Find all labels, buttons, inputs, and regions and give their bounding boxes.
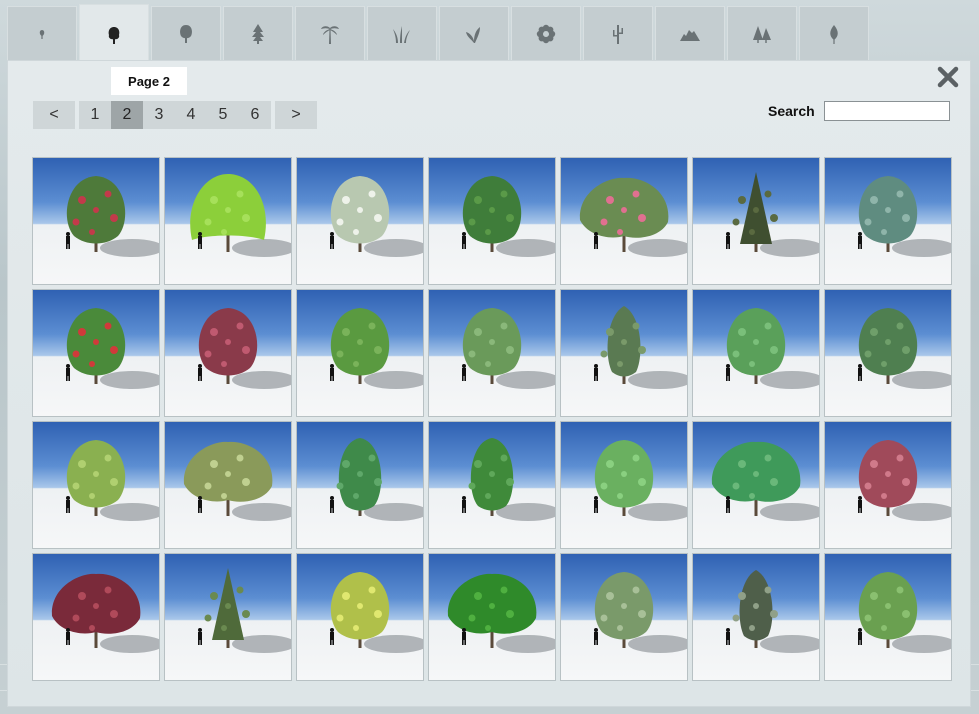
tree-thumbnail[interactable] [824,421,952,549]
tab-conifer[interactable] [223,6,293,62]
tree-thumbnail[interactable] [692,421,820,549]
tree-thumbnail[interactable] [560,421,688,549]
tree-thumbnail[interactable] [428,421,556,549]
tab-round-tree[interactable] [151,6,221,62]
tree-preview-image [726,172,819,257]
tree-thumbnail[interactable] [32,157,160,285]
forest-icon [753,26,771,43]
search-input[interactable] [824,101,950,121]
tab-flower[interactable] [511,6,581,62]
page-6-button[interactable]: 6 [239,101,271,129]
next-page-button[interactable]: > [275,101,317,129]
tab-cactus[interactable] [583,6,653,62]
tree-preview-image [858,440,951,521]
page-2-button[interactable]: 2 [111,101,143,129]
tree-preview-image [183,441,291,521]
tree-thumbnail[interactable] [824,157,952,285]
tree-thumbnail[interactable] [164,157,292,285]
small-tree-icon [39,30,45,39]
rock-icon [680,30,700,41]
page-3-button[interactable]: 3 [143,101,175,129]
tree-thumbnail[interactable] [164,289,292,417]
tab-deciduous-tree[interactable] [79,4,149,64]
tab-leaf[interactable] [799,6,869,62]
tree-thumbnail[interactable] [296,157,424,285]
page-5-button[interactable]: 5 [207,101,239,129]
conifer-icon [252,24,264,44]
grass-icon [393,26,410,43]
leaf-icon [830,25,838,44]
tree-thumbnail[interactable] [296,553,424,681]
tree-preview-image [858,176,951,257]
page-4-button[interactable]: 4 [175,101,207,129]
prev-page-button[interactable]: < [33,101,75,129]
tree-thumbnail[interactable] [164,421,292,549]
tab-forest[interactable] [727,6,797,62]
tree-thumbnail[interactable] [296,421,424,549]
tab-palm-tree[interactable] [295,6,365,62]
tree-preview-image [858,572,951,653]
tree-thumbnail[interactable] [164,553,292,681]
tree-preview-image [198,308,291,389]
tree-preview-image [726,308,819,389]
tree-thumbnail[interactable] [296,289,424,417]
tree-preview-image [66,308,159,389]
tree-preview-image [594,306,687,389]
search-label: Search [768,103,815,119]
tree-preview-image [462,176,555,257]
tree-preview-image [447,573,555,653]
tree-thumbnail[interactable] [692,157,820,285]
tab-grass[interactable] [367,6,437,62]
tree-preview-image [858,308,951,389]
tree-thumbnail[interactable] [560,157,688,285]
page-1-button[interactable]: 1 [79,101,111,129]
tree-thumbnail[interactable] [824,289,952,417]
tree-preview-image [594,572,687,653]
tree-thumbnail[interactable] [428,157,556,285]
tree-thumbnail[interactable] [32,421,160,549]
tree-thumbnail[interactable] [560,289,688,417]
tree-thumbnail[interactable] [428,553,556,681]
tree-thumbnail[interactable] [692,553,820,681]
tree-thumbnail[interactable] [692,289,820,417]
tree-preview-image [594,440,687,521]
tree-thumbnail[interactable] [560,553,688,681]
tree-preview-image [66,440,159,521]
tree-thumbnail[interactable] [32,553,160,681]
pagination: < 1 2 3 4 5 6 > [33,101,317,129]
tree-preview-image [51,573,159,653]
tree-preview-image [726,570,819,653]
tree-preview-image [579,177,687,257]
tree-preview-image [462,438,555,521]
tree-preview-image [66,176,159,257]
tree-thumbnail[interactable] [32,289,160,417]
tab-small-tree[interactable] [7,6,77,62]
deciduous-tree-icon [108,26,120,44]
plant-icon [466,27,480,43]
tab-rock[interactable] [655,6,725,62]
tab-plant[interactable] [439,6,509,62]
close-icon[interactable] [936,65,960,89]
tree-preview-image [330,176,423,257]
tree-preview-image [330,438,423,521]
tree-preview-image [711,441,819,521]
page-label: Page 2 [111,67,187,95]
tree-library-panel: Page 2 < 1 2 3 4 5 6 > Search [7,60,971,707]
tree-preview-image [330,572,423,653]
tree-thumbnail[interactable] [824,553,952,681]
category-tab-bar [7,4,869,64]
palm-tree-icon [321,26,339,44]
flower-icon [536,24,556,44]
tree-thumbnail[interactable] [428,289,556,417]
round-tree-icon [180,25,192,43]
tree-preview-image [198,568,291,653]
cactus-icon [613,25,623,44]
tree-preview-image [462,308,555,389]
tree-preview-image [190,174,291,257]
tree-preview-image [330,308,423,389]
